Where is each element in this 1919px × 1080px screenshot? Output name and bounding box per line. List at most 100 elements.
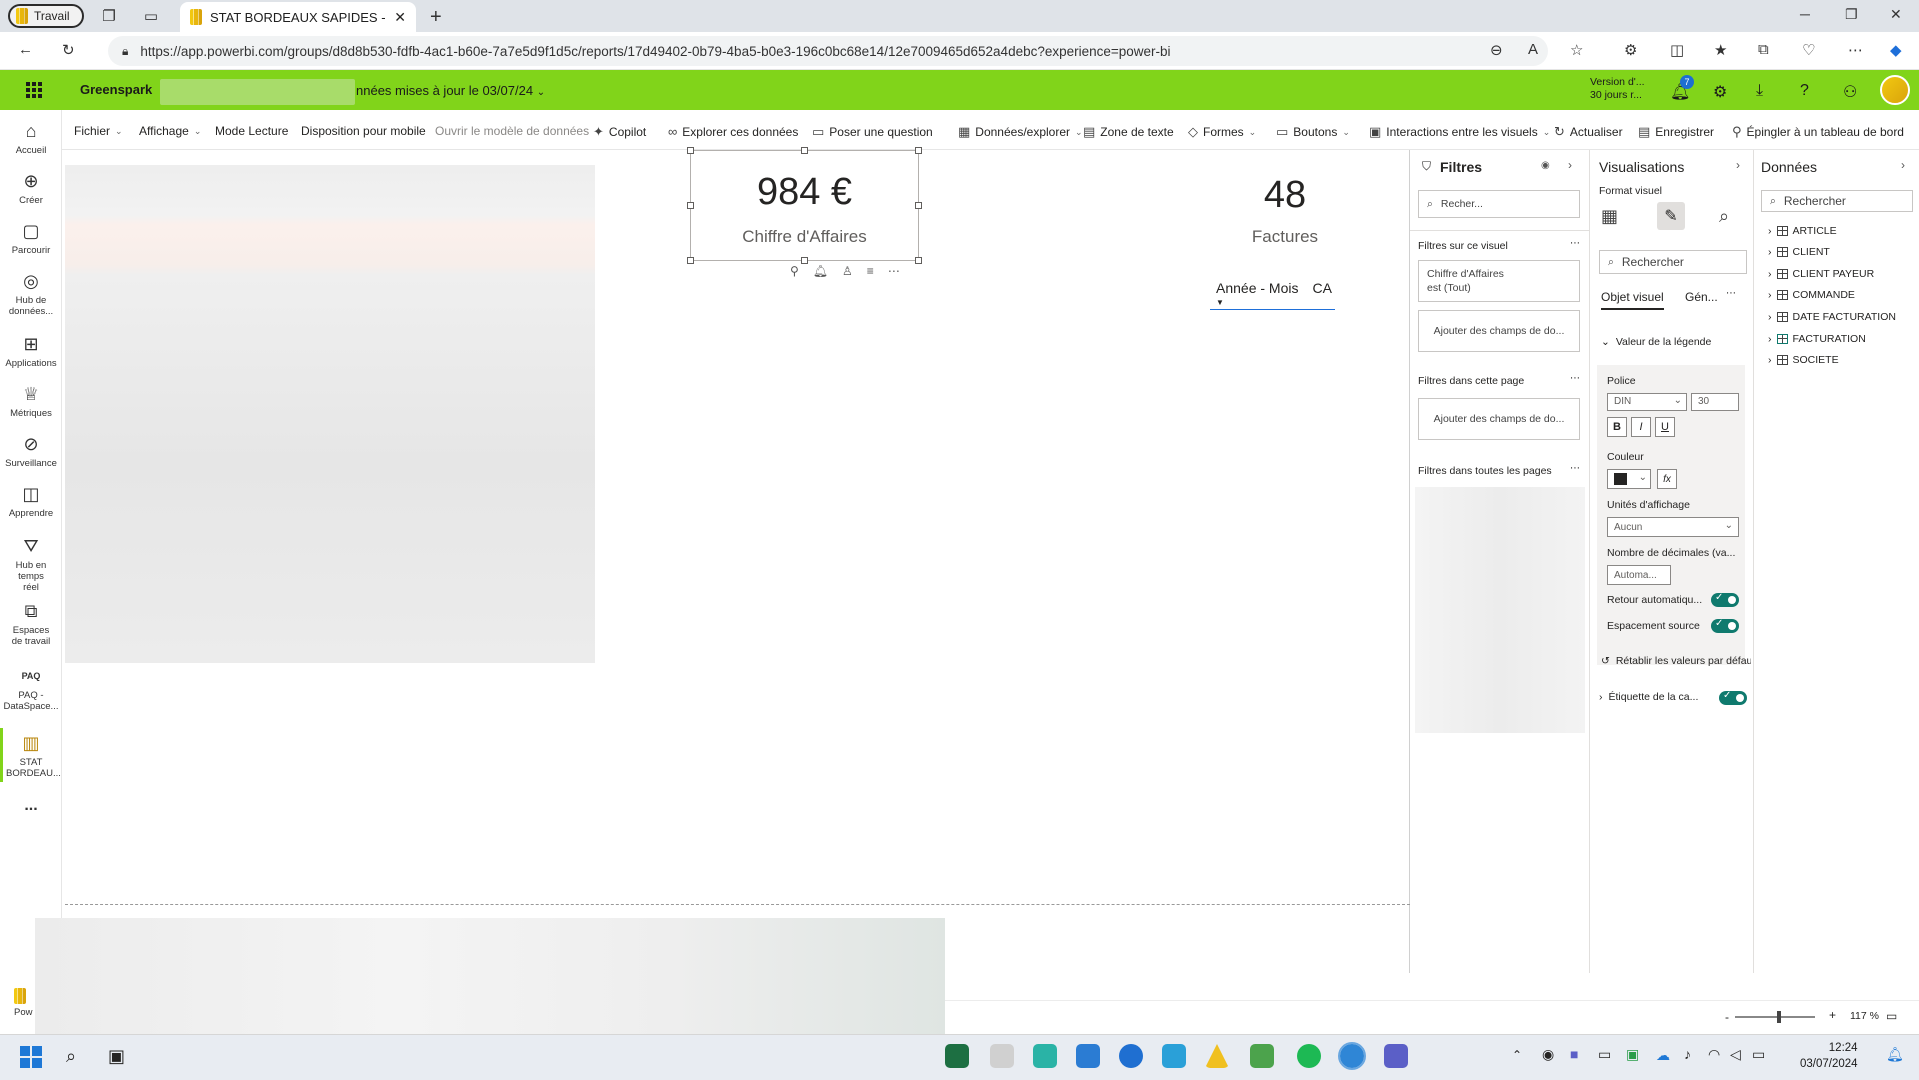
collapse-pane-icon[interactable]: › [1736,158,1740,172]
more-options-icon[interactable]: ⋯ [1570,373,1580,384]
resize-handle[interactable] [687,257,694,264]
gear-icon[interactable]: ⚙ [1713,82,1727,102]
column-header-ca[interactable]: CA [1312,280,1331,309]
copilot-button[interactable]: ✦ Copilot [593,124,646,140]
active-browser-tab[interactable]: STAT BORDEAUX SAPIDES - Pow ✕ [180,2,416,32]
share-icon[interactable]: ⚇ [1843,82,1857,102]
decimals-input[interactable]: Automa... [1607,565,1671,585]
data-table-date-facturation[interactable]: › DATE FACTURATION [1768,311,1896,323]
favorites-icon[interactable]: ★ [1714,41,1727,59]
copilot-icon[interactable]: ♙ [842,264,853,278]
nav-data-hub[interactable]: ◎ Hub de données... [0,270,62,317]
nav-learn[interactable]: ◫ Apprendre [0,483,62,519]
bold-button[interactable]: B [1607,417,1627,437]
tray-green-icon[interactable]: ▣ [1626,1046,1639,1063]
notepad-icon[interactable] [1250,1044,1274,1068]
data-table-commande[interactable]: › COMMANDE [1768,289,1855,301]
section-category-label[interactable]: › Étiquette de la ca... [1599,691,1698,703]
url-input[interactable]: 🔒︎ https://app.powerbi.com/groups/d8d8b5… [108,36,1548,66]
nav-workspaces[interactable]: ⧉ Espaces de travail [0,600,62,647]
workspaces-icon[interactable]: ❐ [100,7,118,25]
app-icon[interactable] [1033,1044,1057,1068]
nav-create[interactable]: ⊕ Créer [0,170,62,206]
card-chiffre-affaires[interactable]: 984 € Chiffre d'Affaires [687,147,922,264]
more-options-icon[interactable]: ⋯ [1570,463,1580,474]
close-window-icon[interactable]: ✕ [1890,6,1902,23]
trial-info[interactable]: Version d'... 30 jours r... [1590,76,1650,102]
text-box-button[interactable]: ▤ Zone de texte [1083,124,1174,140]
restore-icon[interactable]: ❐ [1845,6,1858,23]
section-legend-value[interactable]: ⌄ Valeur de la légende [1601,336,1711,348]
zoom-out-icon[interactable]: ⊖ [1490,41,1503,59]
buttons-menu[interactable]: ▭ Boutons ⌄ [1276,124,1350,140]
eye-icon[interactable]: ◉ [1541,160,1550,171]
wifi-icon[interactable]: ◠ [1708,1046,1720,1063]
minimize-icon[interactable]: ─ [1800,6,1810,22]
onedrive-icon[interactable]: ☁ [1656,1047,1670,1064]
close-tab-icon[interactable]: ✕ [394,9,406,26]
format-visual-icon[interactable]: ✎ [1657,202,1685,230]
visual-filter-card[interactable]: Chiffre d'Affaires est (Tout) [1418,260,1580,302]
new-tab-icon[interactable]: + [430,6,442,29]
menu-icon[interactable]: ⋯ [1848,41,1863,59]
notification-center-icon[interactable]: 🔔︎ [1886,1046,1904,1063]
visualizations-search-input[interactable]: ⌕ Rechercher [1599,250,1747,274]
start-icon[interactable] [20,1046,42,1068]
battery-icon[interactable]: ▭ [1752,1046,1765,1063]
resize-handle[interactable] [915,257,922,264]
spotify-icon[interactable] [1297,1044,1321,1068]
extensions-icon[interactable]: ⚙ [1624,41,1637,59]
build-visual-icon[interactable]: ▦ [1601,206,1618,227]
show-hidden-icons-icon[interactable]: ⌃ [1512,1048,1522,1062]
menu-file[interactable]: Fichier ⌄ [74,124,123,138]
fit-page-icon[interactable]: ▭ [1886,1009,1897,1023]
color-picker[interactable]: ⌄ [1607,469,1651,489]
visual-interactions-menu[interactable]: ▣ Interactions entre les visuels ⌄ [1369,124,1550,140]
underline-button[interactable]: U [1655,417,1675,437]
browser-essentials-icon[interactable]: ♡ [1802,41,1815,59]
source-spacing-toggle[interactable]: ✓ [1711,618,1739,633]
nav-realtime-hub[interactable]: ⛛ Hub en temps réel [0,535,62,593]
data-table-societe[interactable]: › SOCIETE [1768,354,1839,366]
resize-handle[interactable] [687,202,694,209]
data-table-article[interactable]: › ARTICLE [1768,225,1837,237]
tab-general[interactable]: Gén... [1685,290,1718,304]
task-view-icon[interactable]: ▣ [108,1046,125,1067]
auto-wrap-toggle[interactable]: ✓ [1711,592,1739,607]
split-screen-icon[interactable]: ◫ [1670,41,1684,59]
tray-app-icon[interactable]: ◉ [1542,1046,1554,1063]
display-units-select[interactable]: Aucun ⌄ [1607,517,1739,537]
download-icon[interactable]: ⤓ [1756,82,1763,100]
collections-icon[interactable]: ⧉ [1758,41,1769,58]
vscode-icon[interactable] [1076,1044,1100,1068]
data-search-input[interactable]: ⌕ Rechercher [1761,190,1913,212]
category-label-toggle[interactable]: ✓ [1719,690,1747,705]
reset-defaults-link[interactable]: ↺ Rétablir les valeurs par défaut [1601,655,1751,667]
rdp-icon[interactable] [1162,1044,1186,1068]
edge-icon[interactable] [1338,1042,1366,1070]
files-icon[interactable] [990,1044,1014,1068]
open-data-model-button[interactable]: Ouvrir le modèle de données [435,124,589,138]
tab-actions-icon[interactable]: ▭ [142,7,160,25]
italic-button[interactable]: I [1631,417,1651,437]
add-page-filter-dropzone[interactable]: Ajouter des champs de do... [1418,398,1580,440]
card-factures[interactable]: 48 Factures [1180,170,1390,260]
teams-icon[interactable] [1384,1044,1408,1068]
font-size-stepper[interactable]: 30 [1691,393,1739,411]
copilot-sidebar-icon[interactable]: ◆ [1890,41,1902,59]
app-launcher-icon[interactable] [26,82,42,98]
profile-button[interactable]: Travail [8,4,84,28]
save-button[interactable]: ▤ Enregistrer [1638,124,1714,140]
favorite-icon[interactable]: ☆ [1570,41,1583,59]
column-header-annee-mois[interactable]: Année - Mois [1216,280,1298,309]
zoom-in-button[interactable]: + [1829,1008,1836,1022]
resize-handle[interactable] [801,147,808,154]
zoom-slider-thumb[interactable] [1777,1011,1781,1023]
workspace-name[interactable]: Greenspark [80,82,152,97]
collapse-pane-icon[interactable]: › [1568,158,1572,172]
zoom-out-button[interactable]: - [1725,1010,1729,1024]
analytics-icon[interactable]: ⌕ [1719,206,1729,227]
tab-visual[interactable]: Objet visuel [1601,290,1664,310]
chat-tray-icon[interactable]: ▭ [1598,1046,1611,1063]
volume-icon[interactable]: ◁ [1730,1046,1741,1063]
